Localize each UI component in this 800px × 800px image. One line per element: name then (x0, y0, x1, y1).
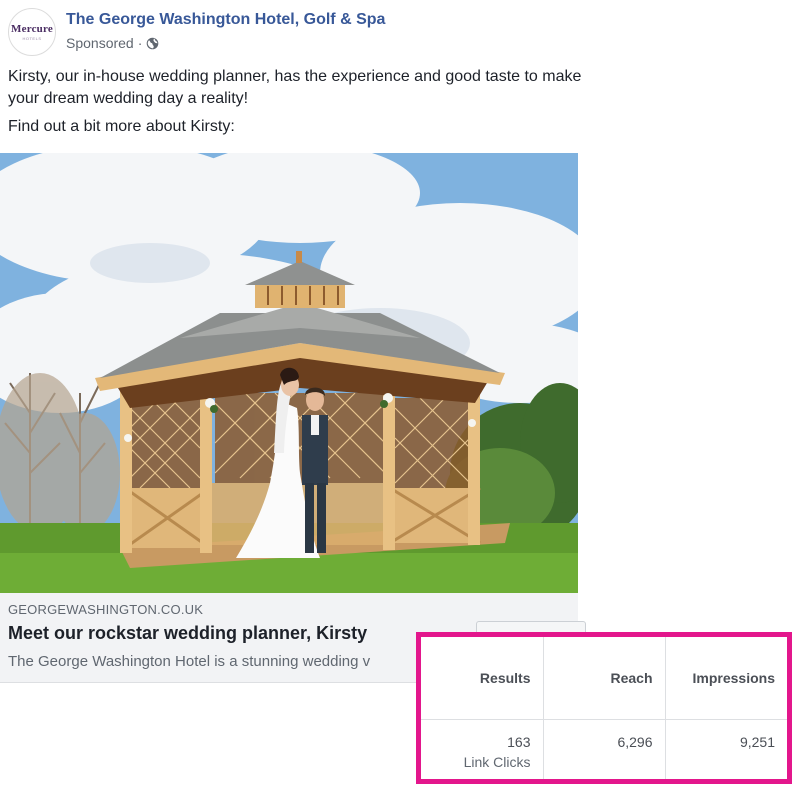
results-value: 163 (507, 733, 531, 750)
meta-separator: · (137, 35, 143, 51)
sponsored-post: Mercure HOTELS The George Washington Hot… (0, 0, 800, 800)
impressions-value: 9,251 (739, 733, 775, 750)
avatar-logo-text: Mercure (11, 23, 53, 35)
results-table-callout: Results Reach Impressions 163 Link Click… (416, 632, 792, 784)
link-description: The George Washington Hotel is a stunnin… (8, 653, 371, 670)
post-paragraph: Kirsty, our in-house wedding planner, ha… (8, 68, 582, 107)
link-headline[interactable]: Meet our rockstar wedding planner, Kirst… (8, 623, 367, 644)
sponsored-label[interactable]: Sponsored (66, 35, 134, 51)
globe-icon[interactable] (146, 37, 159, 50)
page-name-link[interactable]: The George Washington Hotel, Golf & Spa (66, 11, 385, 29)
results-cell: 163 Link Clicks (421, 719, 544, 779)
page-avatar[interactable]: Mercure HOTELS (8, 8, 56, 56)
reach-column-header[interactable]: Reach (543, 637, 666, 720)
post-image[interactable] (0, 153, 578, 593)
impressions-column-header[interactable]: Impressions (665, 637, 787, 720)
post-paragraph: Find out a bit more about Kirsty: (8, 118, 235, 135)
results-header-row: Results Reach Impressions (421, 637, 787, 720)
results-label: Link Clicks (463, 753, 531, 770)
results-data-row: 163 Link Clicks 6,296 9,251 (421, 719, 787, 779)
avatar-logo-subtext: HOTELS (22, 36, 42, 41)
post-meta: Sponsored · (66, 35, 159, 51)
results-column-header[interactable]: Results (421, 637, 544, 720)
link-domain: GEORGEWASHINGTON.CO.UK (8, 602, 204, 617)
results-table: Results Reach Impressions 163 Link Click… (421, 637, 787, 779)
post-body: Kirsty, our in-house wedding planner, ha… (8, 66, 583, 144)
reach-value: 6,296 (543, 719, 666, 779)
